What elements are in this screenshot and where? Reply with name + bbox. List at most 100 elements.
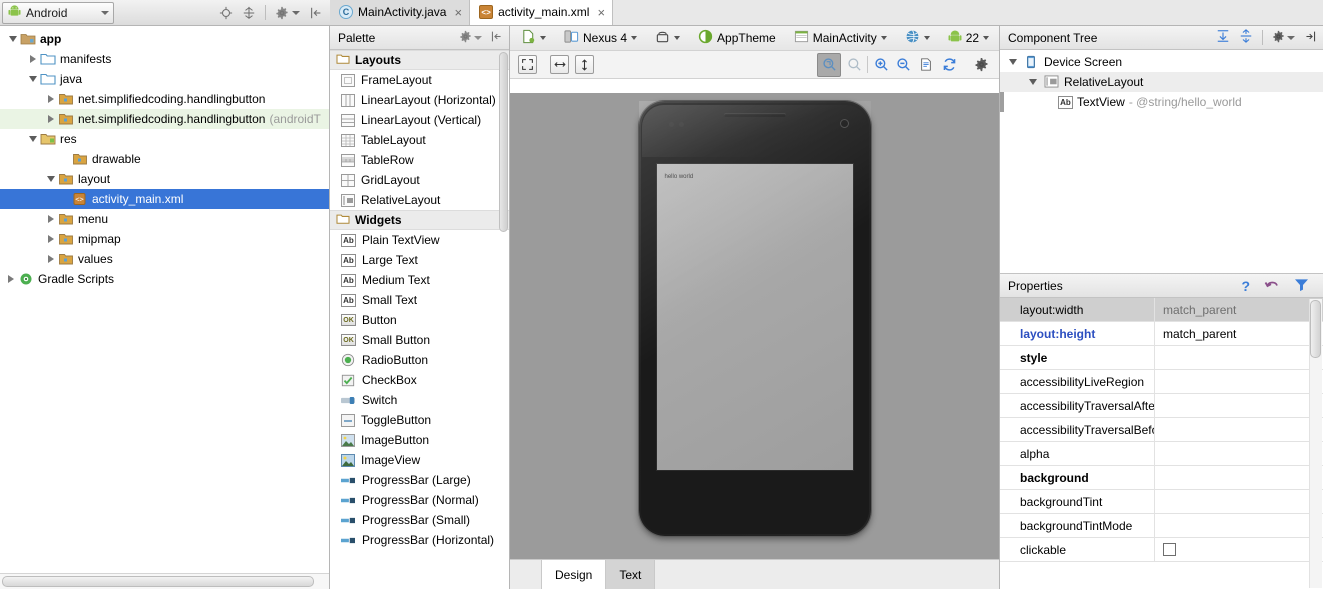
device-button[interactable]: Nexus 4 xyxy=(559,28,642,48)
palette-item-linearlayout-horizontal[interactable]: LinearLayout (Horizontal) xyxy=(330,90,509,110)
property-row-layout-width[interactable]: layout:width match_parent xyxy=(1000,298,1323,322)
palette-group-widgets[interactable]: Widgets xyxy=(330,210,509,230)
property-row-accessibility-traversal-after[interactable]: accessibilityTraversalAfte xyxy=(1000,394,1323,418)
tree-item-gradle-scripts[interactable]: Gradle Scripts xyxy=(0,269,329,289)
palette-item-progressbar-small[interactable]: ProgressBar (Small) xyxy=(330,510,509,530)
tree-item-layout[interactable]: layout xyxy=(0,169,329,189)
filter-icon[interactable] xyxy=(1294,278,1309,294)
refresh-icon[interactable] xyxy=(940,56,958,74)
chevron-right-icon[interactable] xyxy=(44,95,58,103)
tree-item-manifests[interactable]: manifests xyxy=(0,49,329,69)
tree-item-values[interactable]: values xyxy=(0,249,329,269)
property-row-clickable[interactable]: clickable xyxy=(1000,538,1323,562)
help-icon[interactable]: ? xyxy=(1241,278,1250,294)
hide-panel-icon[interactable] xyxy=(309,6,323,20)
palette-item-checkbox[interactable]: CheckBox xyxy=(330,370,509,390)
palette-group-layouts[interactable]: Layouts xyxy=(330,50,509,70)
expand-all-icon[interactable] xyxy=(1216,29,1230,46)
tree-item-package-androidtest[interactable]: net.simplifiedcoding.handlingbutton (and… xyxy=(0,109,329,129)
component-node-relativelayout[interactable]: RelativeLayout xyxy=(1000,72,1323,92)
property-value[interactable] xyxy=(1155,442,1323,465)
chevron-right-icon[interactable] xyxy=(44,255,58,263)
zoom-out-button[interactable] xyxy=(894,56,912,74)
palette-item-imagebutton[interactable]: ImageButton xyxy=(330,430,509,450)
palette-item-small-button[interactable]: OK Small Button xyxy=(330,330,509,350)
tree-item-res[interactable]: res xyxy=(0,129,329,149)
chevron-right-icon[interactable] xyxy=(4,275,18,283)
palette-item-progressbar-normal[interactable]: ProgressBar (Normal) xyxy=(330,490,509,510)
tree-item-activity-main-xml[interactable]: <> activity_main.xml xyxy=(0,189,329,209)
palette-item-medium-text[interactable]: Ab Medium Text xyxy=(330,270,509,290)
zoom-to-fit-button[interactable] xyxy=(817,52,841,77)
project-horizontal-scrollbar[interactable] xyxy=(0,573,329,589)
property-value[interactable] xyxy=(1155,418,1323,441)
chevron-right-icon[interactable] xyxy=(44,115,58,123)
chevron-down-icon[interactable] xyxy=(1006,59,1020,65)
palette-item-gridlayout[interactable]: GridLayout xyxy=(330,170,509,190)
palette-item-tablerow[interactable]: TableRow xyxy=(330,150,509,170)
zoom-1-1-button[interactable] xyxy=(845,56,863,74)
revert-icon[interactable] xyxy=(1264,277,1280,294)
property-row-accessibility-live-region[interactable]: accessibilityLiveRegion xyxy=(1000,370,1323,394)
tab-text[interactable]: Text xyxy=(606,560,656,589)
chevron-down-icon[interactable] xyxy=(6,36,20,42)
settings-gear-icon[interactable] xyxy=(459,30,472,46)
palette-item-relativelayout[interactable]: RelativeLayout xyxy=(330,190,509,210)
property-row-background-tint-mode[interactable]: backgroundTintMode xyxy=(1000,514,1323,538)
palette-item-togglebutton[interactable]: ToggleButton xyxy=(330,410,509,430)
editor-tab-activity-main-xml[interactable]: <> activity_main.xml × xyxy=(470,0,614,25)
palette-item-imageview[interactable]: ImageView xyxy=(330,450,509,470)
device-screen[interactable]: hello world xyxy=(655,163,854,471)
palette-item-switch[interactable]: Switch xyxy=(330,390,509,410)
chevron-down-icon[interactable] xyxy=(1026,79,1040,85)
tree-item-app[interactable]: app xyxy=(0,29,329,49)
close-icon[interactable]: × xyxy=(597,6,605,19)
scrollbar-thumb[interactable] xyxy=(2,576,314,587)
device-preview[interactable]: hello world xyxy=(638,101,871,536)
tree-item-mipmap[interactable]: mipmap xyxy=(0,229,329,249)
render-log-document-icon[interactable] xyxy=(917,56,935,74)
palette-item-large-text[interactable]: Ab Large Text xyxy=(330,250,509,270)
chevron-right-icon[interactable] xyxy=(44,235,58,243)
device-config-button[interactable] xyxy=(516,28,551,48)
tree-item-package-main[interactable]: net.simplifiedcoding.handlingbutton xyxy=(0,89,329,109)
property-value[interactable]: match_parent xyxy=(1155,322,1323,345)
height-constraint-button[interactable] xyxy=(575,55,594,74)
palette-item-small-text[interactable]: Ab Small Text xyxy=(330,290,509,310)
locate-icon[interactable] xyxy=(219,6,233,20)
settings-gear-icon[interactable] xyxy=(1272,30,1285,46)
activity-button[interactable]: MainActivity xyxy=(789,28,892,48)
clickable-checkbox[interactable] xyxy=(1163,543,1176,556)
palette-scrollbar-thumb[interactable] xyxy=(499,52,508,232)
property-value[interactable]: match_parent xyxy=(1155,298,1323,321)
palette-item-button[interactable]: OK Button xyxy=(330,310,509,330)
project-tree[interactable]: app manifests java net.simplifiedcoding.… xyxy=(0,26,329,573)
collapse-all-icon[interactable] xyxy=(242,6,256,20)
collapse-all-icon[interactable] xyxy=(1239,29,1253,46)
chevron-down-icon[interactable] xyxy=(26,76,40,82)
palette-item-linearlayout-vertical[interactable]: LinearLayout (Vertical) xyxy=(330,110,509,130)
property-value[interactable] xyxy=(1155,346,1323,369)
design-canvas[interactable]: hello world xyxy=(510,79,999,559)
property-row-accessibility-traversal-before[interactable]: accessibilityTraversalBefo xyxy=(1000,418,1323,442)
property-value[interactable] xyxy=(1155,514,1323,537)
tree-item-java[interactable]: java xyxy=(0,69,329,89)
properties-scrollbar-thumb[interactable] xyxy=(1310,300,1321,358)
zoom-in-button[interactable] xyxy=(872,56,890,74)
design-settings-gear-icon[interactable] xyxy=(972,56,990,74)
property-value[interactable] xyxy=(1155,394,1323,417)
property-row-background-tint[interactable]: backgroundTint xyxy=(1000,490,1323,514)
palette-item-plain-textview[interactable]: Ab Plain TextView xyxy=(330,230,509,250)
project-view-selector[interactable]: Android xyxy=(2,1,114,24)
width-constraint-button[interactable] xyxy=(550,55,569,74)
hide-panel-icon[interactable] xyxy=(1304,30,1317,46)
chevron-down-icon[interactable] xyxy=(44,176,58,182)
hide-panel-icon[interactable] xyxy=(490,30,503,46)
component-node-device-screen[interactable]: Device Screen xyxy=(1000,52,1323,72)
palette-item-progressbar-large[interactable]: ProgressBar (Large) xyxy=(330,470,509,490)
property-row-style[interactable]: style xyxy=(1000,346,1323,370)
palette-item-framelayout[interactable]: FrameLayout xyxy=(330,70,509,90)
properties-table[interactable]: layout:width match_parent layout:height … xyxy=(1000,298,1323,589)
chevron-right-icon[interactable] xyxy=(26,55,40,63)
property-row-background[interactable]: background xyxy=(1000,466,1323,490)
